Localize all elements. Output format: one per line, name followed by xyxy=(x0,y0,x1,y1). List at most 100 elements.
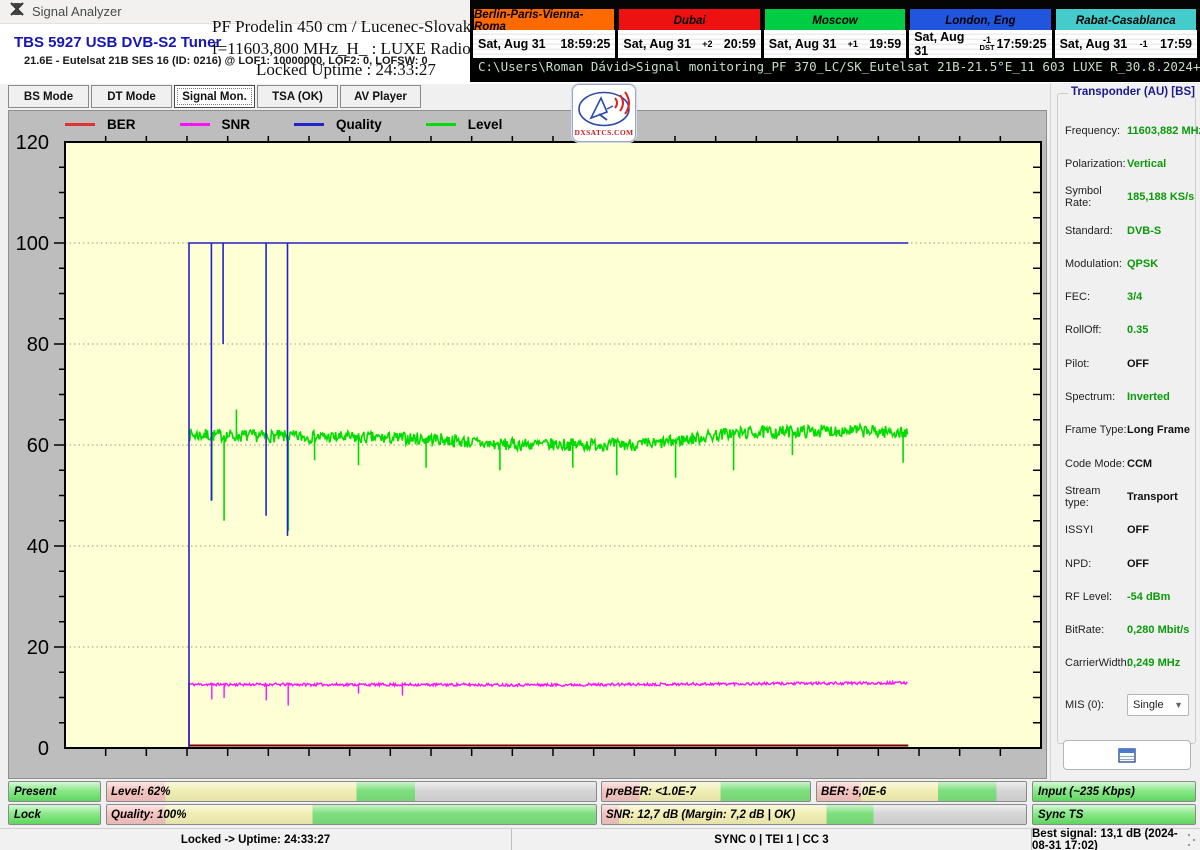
site-line3: Locked Uptime : 24:33:27 xyxy=(212,59,480,81)
row-rolloff: RollOff:0.35 xyxy=(1065,314,1189,347)
legend-item-snr: SNR xyxy=(180,117,251,132)
signal-chart: 0 20 40 60 80 100 120 xyxy=(9,111,1046,778)
clock-time: 19:59 xyxy=(869,37,901,51)
row-pilot: Pilot:OFF xyxy=(1065,347,1189,380)
legend-label: Quality xyxy=(336,117,382,132)
quality-line-swatch xyxy=(294,123,324,126)
svg-text:40: 40 xyxy=(27,536,49,558)
snr-meter-label: SNR: 12,7 dB (Margin: 7,2 dB | OK) xyxy=(606,809,795,821)
legend-item-ber: BER xyxy=(65,117,136,132)
legend-item-level: Level xyxy=(426,117,503,132)
tuner-title: TBS 5927 USB DVB-S2 Tuner xyxy=(14,34,221,51)
row-rf-level: RF Level:-54 dBm xyxy=(1065,580,1189,613)
svg-text:100: 100 xyxy=(16,233,49,255)
status-bar: Locked -> Uptime: 24:33:27 SYNC 0 | TEI … xyxy=(0,828,1200,850)
legend-label: SNR xyxy=(222,117,251,132)
legend-label: Level xyxy=(468,117,503,132)
tab-dt-mode[interactable]: DT Mode xyxy=(91,85,172,108)
tab-signal-mon[interactable]: Signal Mon. xyxy=(174,85,255,108)
level-meter: Level: 62% xyxy=(106,781,597,802)
dxsatcs-logo-text: DXSATCS.COM xyxy=(574,128,633,137)
signal-chart-panel: 0 20 40 60 80 100 120 BER SNR Quality Level xyxy=(8,110,1047,779)
mode-tabs: BS Mode DT Mode Signal Mon. TSA (OK) AV … xyxy=(8,85,421,108)
row-spectrum: Spectrum:Inverted xyxy=(1065,380,1189,413)
row-issyi: ISSYIOFF xyxy=(1065,514,1189,547)
ber-line-swatch xyxy=(65,123,95,126)
row-polarization: Polarization:Vertical xyxy=(1065,147,1189,180)
legend-item-quality: Quality xyxy=(294,117,382,132)
tab-tsa[interactable]: TSA (OK) xyxy=(257,85,338,108)
tab-av-player[interactable]: AV Player xyxy=(340,85,421,108)
clock-time-moscow: Sat, Aug 31 +1 19:59 xyxy=(764,30,906,58)
ber-meter: BER: 5,0E-6 xyxy=(816,781,1027,802)
row-standard: Standard:DVB-S xyxy=(1065,214,1189,247)
status-sync: SYNC 0 | TEI 1 | CC 3 xyxy=(512,829,1032,850)
site-title-block: PF Prodelin 450 cm / Lucenec-Slovakia f=… xyxy=(212,16,480,81)
console-titlebar[interactable] xyxy=(470,0,1200,8)
window-title: Signal Analyzer xyxy=(32,4,122,19)
legend-label: BER xyxy=(107,117,136,132)
clock-time: 17:59 xyxy=(1160,37,1192,51)
row-frame-type: Frame Type:Long Frame xyxy=(1065,414,1189,447)
row-code-mode: Code Mode:CCM xyxy=(1065,447,1189,480)
utc-offset: -1 xyxy=(1140,41,1148,48)
status-best-signal: Best signal: 13,1 dB (2024-08-31 17:02) xyxy=(1032,829,1188,850)
snr-line-swatch xyxy=(180,123,210,126)
transponder-sidebar: Transponder (AU) [BS] Frequency:11603,88… xyxy=(1050,83,1200,783)
quality-meter-label: Quality: 100% xyxy=(111,809,186,821)
clock-date: Sat, Aug 31 xyxy=(1060,37,1128,51)
world-clock-times: Sat, Aug 31 18:59:25 Sat, Aug 31 +2 20:5… xyxy=(470,28,1200,53)
console-window: Berlin-Paris-Vienna-Roma Dubai Moscow Lo… xyxy=(470,0,1200,82)
site-line1: PF Prodelin 450 cm / Lucenec-Slovakia xyxy=(212,16,480,38)
snr-meter: SNR: 12,7 dB (Margin: 7,2 dB | OK) xyxy=(601,804,1027,825)
list-icon xyxy=(1118,748,1136,763)
row-carrier-width: CarrierWidth:0,249 MHz xyxy=(1065,647,1189,680)
clock-time: 17:59:25 xyxy=(997,37,1047,51)
row-npd: NPD:OFF xyxy=(1065,547,1189,580)
chart-legend: BER SNR Quality Level xyxy=(65,117,502,132)
tab-bs-mode[interactable]: BS Mode xyxy=(8,85,89,108)
preber-meter-label: preBER: <1.0E-7 xyxy=(606,786,696,798)
clock-time: 18:59:25 xyxy=(560,37,610,51)
ts-list-button[interactable] xyxy=(1063,740,1191,770)
transponder-title: Transponder (AU) [BS] xyxy=(1068,86,1198,98)
satellite-dish-icon xyxy=(577,90,631,128)
world-clock-headers: Berlin-Paris-Vienna-Roma Dubai Moscow Lo… xyxy=(470,8,1200,28)
row-symbol-rate: Symbol Rate:185,188 KS/s xyxy=(1065,181,1189,214)
svg-text:80: 80 xyxy=(27,334,49,356)
level-meter-label: Level: 62% xyxy=(111,786,170,798)
svg-text:20: 20 xyxy=(27,637,49,659)
clock-time-london: Sat, Aug 31 -1 DST 17:59:25 xyxy=(909,30,1051,58)
signal-analyzer-window: Signal Analyzer TBS 5927 USB DVB-S2 Tune… xyxy=(0,0,1200,850)
dst-note: DST xyxy=(980,44,995,51)
present-badge: Present xyxy=(8,781,101,802)
utc-offset: +2 xyxy=(702,41,712,48)
chevron-down-icon: ▼ xyxy=(1174,700,1183,710)
row-bitrate: BitRate:0,280 Mbit/s xyxy=(1065,613,1189,646)
row-mis: MIS (0): Single ▼ xyxy=(1065,694,1189,716)
row-fec: FEC:3/4 xyxy=(1065,280,1189,313)
row-frequency: Frequency:11603,882 MHz xyxy=(1065,114,1189,147)
mis-dropdown[interactable]: Single ▼ xyxy=(1127,694,1189,716)
clock-date: Sat, Aug 31 xyxy=(914,30,977,58)
preber-meter: preBER: <1.0E-7 xyxy=(601,781,811,802)
clock-time-rabat: Sat, Aug 31 -1 17:59 xyxy=(1055,30,1197,58)
row-stream-type: Stream type:Transport xyxy=(1065,480,1189,513)
clock-time: 20:59 xyxy=(724,37,756,51)
clock-date: Sat, Aug 31 xyxy=(769,37,837,51)
resize-grip[interactable] xyxy=(1186,832,1198,846)
quality-meter: Quality: 100% xyxy=(106,804,597,825)
mis-selected-value: Single xyxy=(1133,699,1164,711)
ber-meter-label: BER: 5,0E-6 xyxy=(821,786,886,798)
svg-text:120: 120 xyxy=(16,132,49,154)
svg-text:60: 60 xyxy=(27,435,49,457)
status-uptime: Locked -> Uptime: 24:33:27 xyxy=(0,829,512,850)
site-line2: f=11603,800 MHz_H_ : LUXE Radio xyxy=(212,38,480,60)
level-line-swatch xyxy=(426,123,456,126)
input-badge: Input (~235 Kbps) xyxy=(1032,781,1196,802)
row-modulation: Modulation:QPSK xyxy=(1065,247,1189,280)
clock-date: Sat, Aug 31 xyxy=(623,37,691,51)
transponder-rows: Frequency:11603,882 MHz Polarization:Ver… xyxy=(1065,114,1189,680)
clock-time-dubai: Sat, Aug 31 +2 20:59 xyxy=(618,30,760,58)
svg-text:0: 0 xyxy=(38,738,49,760)
